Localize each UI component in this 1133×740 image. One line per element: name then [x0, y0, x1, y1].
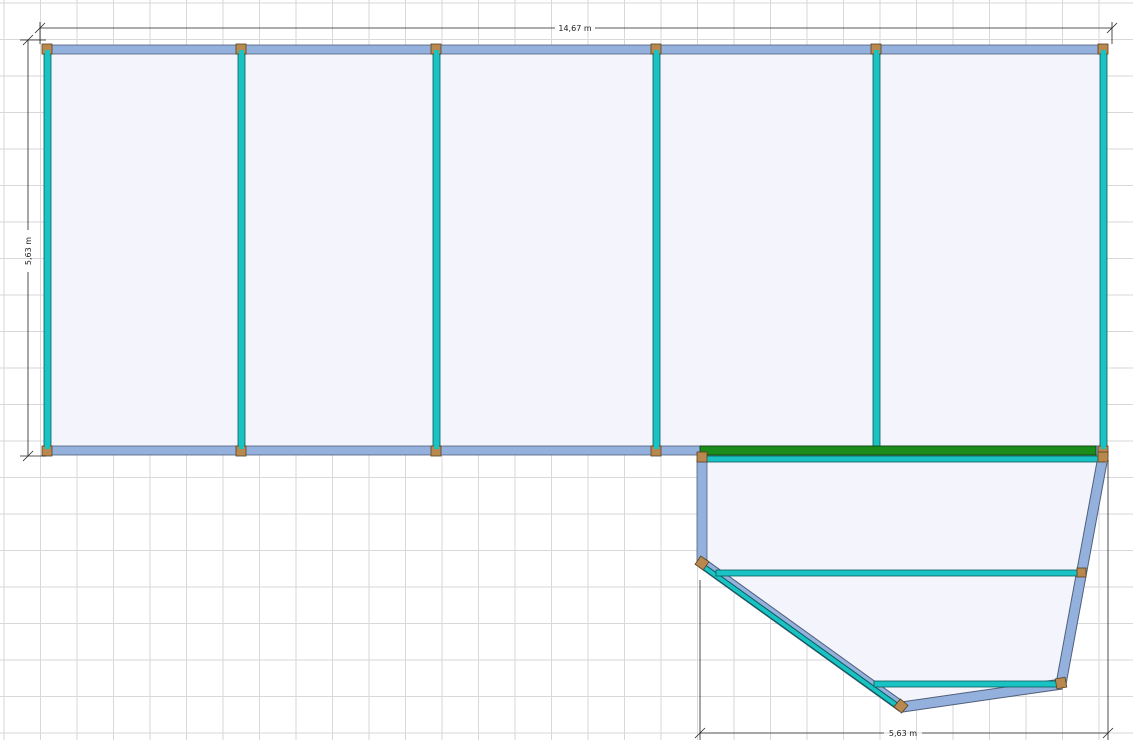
post[interactable] — [1054, 676, 1068, 690]
post[interactable] — [1097, 451, 1109, 463]
rafter-inner — [874, 50, 879, 447]
post[interactable] — [1076, 567, 1087, 578]
floor-plan-canvas[interactable]: 14,67 m 5,63 m 5,63 m — [0, 0, 1133, 740]
rafter-inner — [654, 50, 659, 449]
top-beam[interactable] — [46, 44, 1106, 55]
rafter-inner — [1101, 50, 1106, 449]
extension-rafter-top[interactable] — [701, 455, 1105, 463]
extension-rafter-lower[interactable] — [873, 680, 1061, 688]
main-room-floor — [47, 48, 1105, 451]
rafter-inner — [45, 50, 50, 449]
extension-left-beam[interactable] — [696, 459, 708, 563]
dimension-left-label: 5,63 m — [24, 237, 33, 265]
post[interactable] — [696, 451, 708, 463]
rafter-inner — [239, 50, 244, 449]
rafter-inner — [434, 50, 439, 449]
dimension-top-label: 14,67 m — [558, 24, 591, 33]
extension-rafter-middle[interactable] — [715, 569, 1085, 577]
dimension-bottom-label: 5,63 m — [889, 729, 917, 738]
green-gutter[interactable] — [699, 445, 1097, 456]
extension-room-floor — [702, 456, 1104, 708]
